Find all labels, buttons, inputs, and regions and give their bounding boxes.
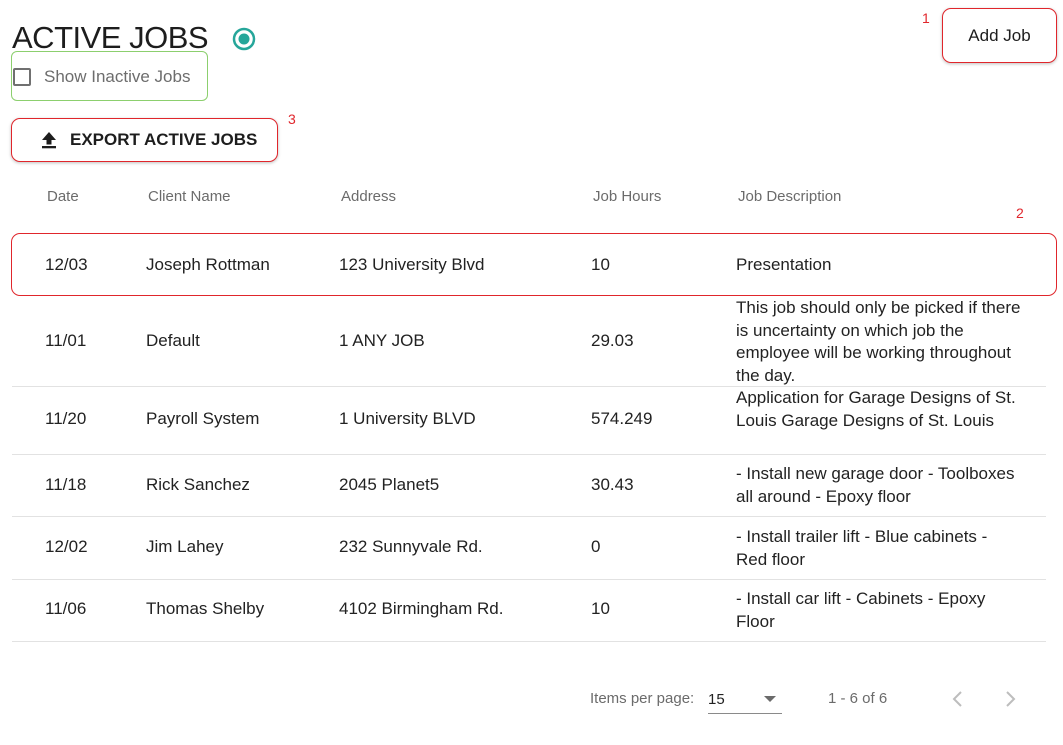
cell-job-description: - Install new garage door - Toolboxes al… — [736, 464, 1015, 506]
col-header-date[interactable]: Date — [47, 188, 79, 205]
cell-job-description: This job should only be picked if there … — [736, 298, 1021, 385]
cell-date: 12/02 — [45, 537, 88, 556]
row-divider — [12, 641, 1046, 642]
annotation-1: 1 — [922, 10, 930, 26]
cell-date: 11/18 — [45, 475, 87, 494]
col-header-job-hours[interactable]: Job Hours — [593, 188, 661, 205]
export-active-jobs-button[interactable]: EXPORT ACTIVE JOBS — [11, 118, 278, 162]
show-inactive-label[interactable]: Show Inactive Jobs — [44, 66, 190, 88]
cell-client-name: Rick Sanchez — [146, 475, 250, 494]
annotation-3: 3 — [288, 111, 296, 127]
cell-job-description: Application for Garage Designs of St. Lo… — [736, 388, 1016, 430]
chevron-left-icon[interactable] — [948, 688, 968, 710]
upload-icon — [42, 132, 56, 149]
col-header-client-name[interactable]: Client Name — [148, 188, 231, 205]
cell-job-hours: 574.249 — [591, 409, 653, 428]
cell-job-hours: 29.03 — [591, 331, 634, 350]
cell-client-name: Thomas Shelby — [146, 599, 265, 618]
cell-address: 232 Sunnyvale Rd. — [339, 537, 483, 556]
cell-address: 1 University BLVD — [339, 409, 476, 428]
cell-address: 1 ANY JOB — [339, 331, 425, 350]
cell-job-hours: 0 — [591, 537, 601, 556]
cell-client-name: Jim Lahey — [146, 537, 224, 556]
add-job-label: Add Job — [968, 25, 1031, 45]
add-job-button[interactable]: Add Job — [942, 8, 1057, 63]
col-header-job-description[interactable]: Job Description — [738, 188, 841, 205]
cell-client-name: Joseph Rottman — [146, 255, 270, 274]
cell-address: 2045 Planet5 — [339, 475, 440, 494]
col-header-address[interactable]: Address — [341, 188, 396, 205]
export-label: EXPORT ACTIVE JOBS — [70, 130, 258, 149]
cell-date: 12/03 — [45, 255, 88, 274]
cell-address: 123 University Blvd — [339, 255, 485, 274]
cell-client-name: Payroll System — [146, 409, 260, 428]
items-per-page-label: Items per page: — [590, 690, 695, 707]
cell-date: 11/20 — [45, 409, 87, 428]
dropdown-caret-icon — [764, 696, 776, 702]
items-per-page-select[interactable]: 15 — [708, 690, 782, 714]
cell-client-name: Default — [146, 331, 200, 350]
cell-date: 11/06 — [45, 599, 87, 618]
chevron-right-icon[interactable] — [1000, 688, 1020, 710]
cell-job-description: Presentation — [736, 255, 832, 274]
annotation-2: 2 — [1016, 205, 1024, 221]
radio-checked-icon[interactable] — [232, 27, 256, 51]
cell-job-description: - Install trailer lift - Blue cabinets -… — [736, 527, 988, 569]
cell-job-hours: 10 — [591, 599, 610, 618]
items-per-page-value: 15 — [708, 691, 725, 708]
cell-job-hours: 10 — [591, 255, 610, 274]
cell-address: 4102 Birmingham Rd. — [339, 599, 504, 618]
cell-job-hours: 30.43 — [591, 475, 634, 494]
checkbox-unchecked-icon[interactable] — [13, 68, 31, 86]
cell-job-description: - Install car lift - Cabinets - Epoxy Fl… — [736, 589, 986, 631]
cell-date: 11/01 — [45, 331, 87, 350]
page-range-label: 1 - 6 of 6 — [828, 690, 888, 707]
